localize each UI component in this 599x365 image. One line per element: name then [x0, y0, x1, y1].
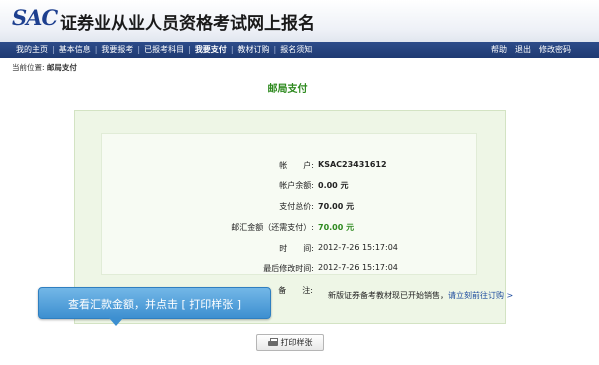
print-button-label: 打印样张 [280, 338, 313, 347]
site-title: 证券业从业人员资格考试网上报名 [60, 14, 315, 34]
guide-tooltip: 查看汇款金额，并点击 [ 打印样张 ] [38, 287, 271, 326]
detail-row-account: 帐 户: KSAC23431612 [102, 160, 476, 172]
nav-item-pay[interactable]: 我要支付 [191, 42, 231, 58]
nav-left: 我的主页 | 基本信息 | 我要报考 | 已报考科目 | 我要支付 | 教材订购… [12, 42, 316, 58]
total-value: 70.00 元 [318, 202, 355, 211]
nav-item-help[interactable]: 帮助 [487, 42, 511, 58]
payment-details: 帐 户: KSAC23431612 帐户余额: 0.00 元 支付总价: 70.… [101, 133, 477, 275]
nav-item-register[interactable]: 我要报考 [97, 42, 137, 58]
account-value: KSAC23431612 [318, 160, 387, 169]
nav-item-registered-subjects[interactable]: 已报考科目 [140, 42, 188, 58]
detail-row-time: 时 间: 2012-7-26 15:17:04 [102, 243, 476, 255]
print-sample-button[interactable]: 打印样张 [256, 334, 324, 351]
detail-label: 帐户余额: [279, 181, 314, 190]
nav-item-logout[interactable]: 退出 [511, 42, 535, 58]
detail-row-remit-amount: 邮汇金额（还需支付）: 70.00 元 [102, 222, 476, 234]
detail-label: 最后修改时间: [263, 264, 314, 273]
nav-right: 帮助 退出 修改密码 [487, 42, 575, 58]
nav-item-textbook-order[interactable]: 教材订购 [234, 42, 274, 58]
balance-value: 0.00 元 [318, 181, 349, 190]
main-nav: 我的主页 | 基本信息 | 我要报考 | 已报考科目 | 我要支付 | 教材订购… [0, 42, 599, 58]
nav-item-registration-notice[interactable]: 报名须知 [276, 42, 316, 58]
header: SAC 证券业从业人员资格考试网上报名 [0, 0, 599, 42]
printer-icon [267, 338, 278, 347]
last-modified-value: 2012-7-26 15:17:04 [318, 263, 398, 272]
time-value: 2012-7-26 15:17:04 [318, 243, 398, 252]
remit-amount-value: 70.00 元 [318, 223, 355, 232]
sac-logo: SAC [12, 5, 58, 30]
detail-label: 时 间: [279, 244, 314, 253]
detail-row-total: 支付总价: 70.00 元 [102, 201, 476, 213]
breadcrumb-label: 当前位置: [12, 63, 45, 72]
nav-item-change-password[interactable]: 修改密码 [535, 42, 575, 58]
detail-label: 备 注: [278, 286, 313, 295]
detail-row-balance: 帐户余额: 0.00 元 [102, 180, 476, 192]
tooltip-text: 查看汇款金额，并点击 [ 打印样张 ] [67, 298, 242, 311]
nav-item-basic-info[interactable]: 基本信息 [55, 42, 95, 58]
page-title: 邮局支付 [267, 84, 308, 95]
breadcrumb-current: 邮局支付 [46, 63, 77, 72]
detail-label: 帐 户: [279, 161, 314, 170]
detail-label: 邮汇金额（还需支付）: [231, 223, 314, 232]
breadcrumb: 当前位置: 邮局支付 [12, 62, 77, 73]
order-textbook-link[interactable]: 请立刻前往订购 > [448, 291, 513, 300]
notice-text: 新版证券备考教材现已开始销售， [328, 291, 448, 300]
nav-item-home[interactable]: 我的主页 [12, 42, 52, 58]
detail-label: 支付总价: [279, 202, 314, 211]
tooltip-arrow [109, 318, 123, 326]
textbook-notice: 新版证券备考教材现已开始销售，请立刻前往订购 > [328, 290, 513, 301]
detail-row-last-modified: 最后修改时间: 2012-7-26 15:17:04 [102, 263, 476, 275]
